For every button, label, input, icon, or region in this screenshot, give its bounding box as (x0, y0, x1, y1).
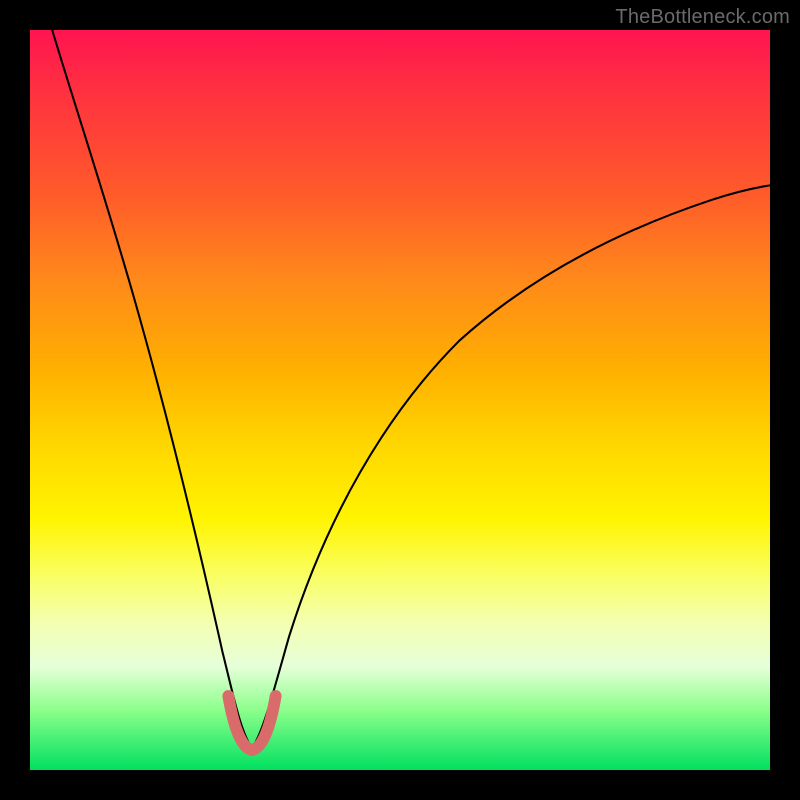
bottleneck-curve (52, 30, 770, 748)
chart-stage: TheBottleneck.com (0, 0, 800, 800)
watermark-text: TheBottleneck.com (615, 6, 790, 29)
chart-svg (30, 30, 770, 770)
sweet-spot-highlight (228, 696, 275, 750)
